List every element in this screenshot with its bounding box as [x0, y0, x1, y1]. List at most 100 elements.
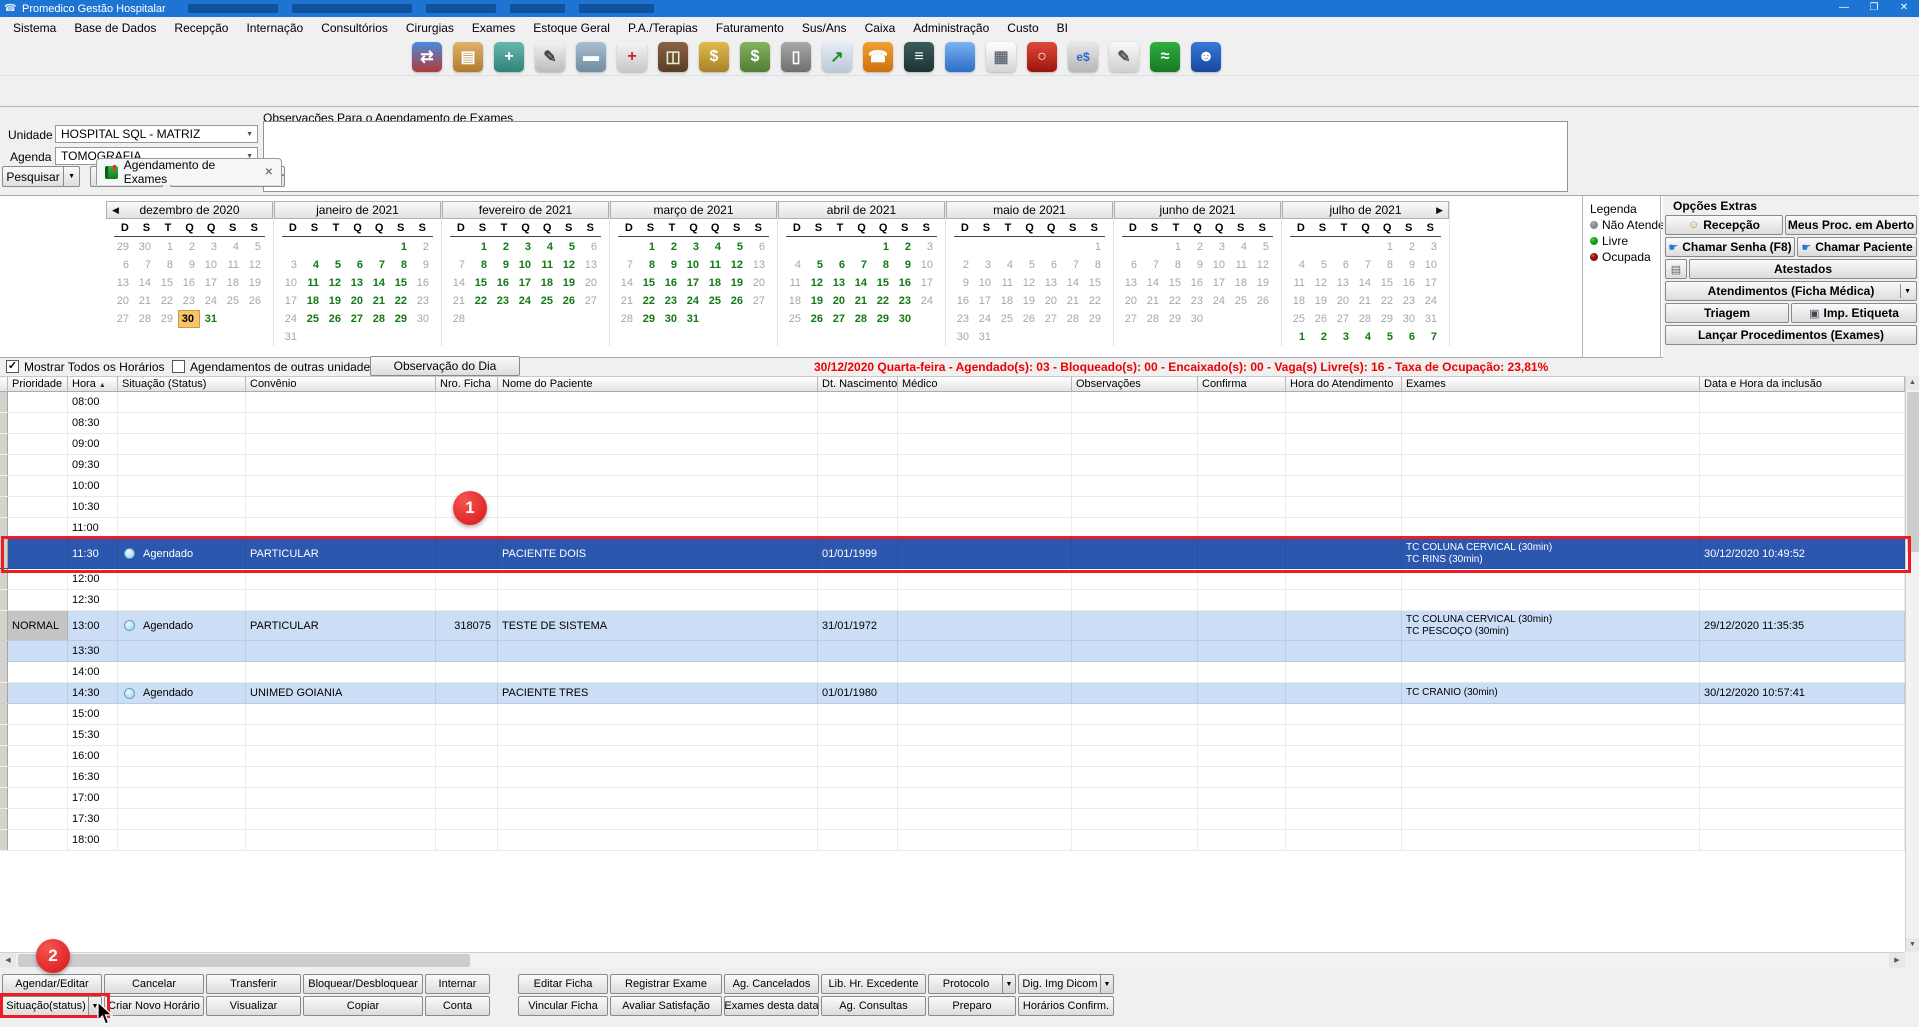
calendar-day[interactable]: 26	[1252, 292, 1274, 310]
calendar-day[interactable]: 12	[806, 274, 828, 292]
calendar-day[interactable]: 16	[412, 274, 434, 292]
vscroll-thumb[interactable]	[1907, 392, 1919, 552]
calendar-day[interactable]: 8	[1164, 256, 1186, 274]
table-row-17-30[interactable]: 17:30	[0, 809, 1905, 830]
calendar-day[interactable]: 25	[302, 310, 324, 328]
hscroll-thumb[interactable]	[18, 954, 470, 967]
calendar-day[interactable]: 19	[806, 292, 828, 310]
calendar-day[interactable]: 26	[324, 310, 346, 328]
calendar-day[interactable]: 15	[156, 274, 178, 292]
calendar-day[interactable]: 22	[390, 292, 412, 310]
ag-cancelados-button[interactable]: Ag. Cancelados	[724, 974, 819, 994]
table-row-16-30[interactable]: 16:30	[0, 767, 1905, 788]
calendar-day[interactable]: 29	[872, 310, 894, 328]
calendar-day[interactable]: 10	[200, 256, 222, 274]
menu-caixa[interactable]: Caixa	[856, 19, 905, 37]
calendar-day[interactable]: 21	[850, 292, 872, 310]
ledger-book-icon[interactable]: ≡	[904, 42, 934, 72]
calendar-day[interactable]: 20	[112, 292, 134, 310]
table-row-11-30[interactable]: 11:30AgendadoPARTICULARPACIENTE DOIS01/0…	[0, 539, 1905, 569]
calendar-day[interactable]: 18	[1230, 274, 1252, 292]
criar-novo-hor-rio-button[interactable]: Criar Novo Horário	[104, 996, 204, 1016]
calendar-day[interactable]: 1	[156, 238, 178, 256]
calendar-day[interactable]: 1	[1376, 238, 1398, 256]
calendar-day[interactable]: 24	[974, 310, 996, 328]
col-header-m-dico[interactable]: Médico	[898, 376, 1072, 392]
calendar-day[interactable]: 15	[872, 274, 894, 292]
calendar-day[interactable]: 29	[390, 310, 412, 328]
calendar-day[interactable]: 19	[726, 274, 748, 292]
calendar-day[interactable]: 11	[1288, 274, 1310, 292]
prescription-icon[interactable]: ✎	[535, 42, 565, 72]
calendar-day[interactable]: 27	[112, 310, 134, 328]
calendar-day[interactable]: 4	[1230, 238, 1252, 256]
calendar-day[interactable]: 8	[390, 256, 412, 274]
calendar-day[interactable]: 30	[1398, 310, 1420, 328]
calendar-day[interactable]: 2	[660, 238, 682, 256]
col-header-exames[interactable]: Exames	[1402, 376, 1700, 392]
calendar-day[interactable]: 3	[916, 238, 938, 256]
vincular-ficha-button[interactable]: Vincular Ficha	[518, 996, 608, 1016]
calendar-day[interactable]: 26	[726, 292, 748, 310]
calendar-day[interactable]: 3	[682, 238, 704, 256]
calendar-day[interactable]: 5	[806, 256, 828, 274]
calendar-day[interactable]: 12	[324, 274, 346, 292]
ambulance-icon[interactable]: +	[617, 42, 647, 72]
calendar-day[interactable]: 3	[280, 256, 302, 274]
lib-hr-excedente-button[interactable]: Lib. Hr. Excedente	[821, 974, 926, 994]
calendar-day[interactable]: 15	[638, 274, 660, 292]
calendar-day[interactable]: 2	[952, 256, 974, 274]
ebilling-icon[interactable]: e$	[1068, 42, 1098, 72]
col-header-nome-do-paciente[interactable]: Nome do Paciente	[498, 376, 818, 392]
calendar-day[interactable]: 18	[1288, 292, 1310, 310]
calendar-day[interactable]: 15	[1376, 274, 1398, 292]
calendar-day[interactable]: 9	[1398, 256, 1420, 274]
table-row-12-00[interactable]: 12:00	[0, 569, 1905, 590]
exames-desta-data-button[interactable]: Exames desta data	[724, 996, 819, 1016]
calendar-day[interactable]: 24	[916, 292, 938, 310]
preparo-button[interactable]: Preparo	[928, 996, 1016, 1016]
scroll-left-icon[interactable]: ◀	[0, 953, 16, 968]
calendar-day[interactable]: 29	[1084, 310, 1106, 328]
calendar-day[interactable]: 30	[952, 328, 974, 346]
menu-sistema[interactable]: Sistema	[4, 19, 65, 37]
calendar-day[interactable]: 13	[1332, 274, 1354, 292]
chat-icon[interactable]	[945, 42, 975, 72]
calendar-day[interactable]: 21	[368, 292, 390, 310]
calendar-day[interactable]: 6	[1040, 256, 1062, 274]
calendar-day[interactable]: 4	[704, 238, 726, 256]
calendar-day[interactable]: 22	[1084, 292, 1106, 310]
calendar-day[interactable]: 12	[726, 256, 748, 274]
calendar-day[interactable]: 24	[1208, 292, 1230, 310]
staff-folder-icon[interactable]: ▤	[453, 42, 483, 72]
lancar-procedimentos-button[interactable]: Lançar Procedimentos (Exames)	[1665, 325, 1917, 345]
calendar-day[interactable]: 30	[134, 238, 156, 256]
col-header-hora-do-atendimento[interactable]: Hora do Atendimento	[1286, 376, 1402, 392]
calendar-day[interactable]: 19	[1018, 292, 1040, 310]
protocolo-button[interactable]: Protocolo▼	[928, 974, 1016, 994]
observacao-dia-button[interactable]: Observação do Dia	[370, 356, 520, 376]
avaliar-satisfa-o-button[interactable]: Avaliar Satisfação	[610, 996, 722, 1016]
calendar-day[interactable]: 5	[1376, 328, 1398, 346]
col-header-data-e-hora-da-inclus-o[interactable]: Data e Hora da inclusão	[1700, 376, 1905, 392]
calendar-day[interactable]: 16	[1398, 274, 1420, 292]
calendar-day[interactable]: 9	[492, 256, 514, 274]
obs-textarea[interactable]	[263, 121, 1568, 192]
table-row-14-00[interactable]: 14:00	[0, 662, 1905, 683]
calendar-day[interactable]: 13	[580, 256, 602, 274]
atestados-doc-button[interactable]: ▤	[1665, 259, 1687, 279]
calendar-day[interactable]: 2	[1398, 238, 1420, 256]
calendar-day[interactable]: 3	[514, 238, 536, 256]
calendar-day[interactable]: 27	[1120, 310, 1142, 328]
revenue-in-icon[interactable]: $	[699, 42, 729, 72]
calendar-day[interactable]: 24	[682, 292, 704, 310]
menu-exames[interactable]: Exames	[463, 19, 524, 37]
outras-unidades-checkbox[interactable]	[172, 360, 185, 373]
patient-agenda-icon[interactable]: ☻	[1191, 42, 1221, 72]
calendar-day[interactable]: 6	[1398, 328, 1420, 346]
calendar-day[interactable]: 6	[828, 256, 850, 274]
calendar-day[interactable]: 7	[448, 256, 470, 274]
calendar-day[interactable]: 6	[1120, 256, 1142, 274]
safe-icon[interactable]: ▯	[781, 42, 811, 72]
calendar-day[interactable]: 1	[470, 238, 492, 256]
